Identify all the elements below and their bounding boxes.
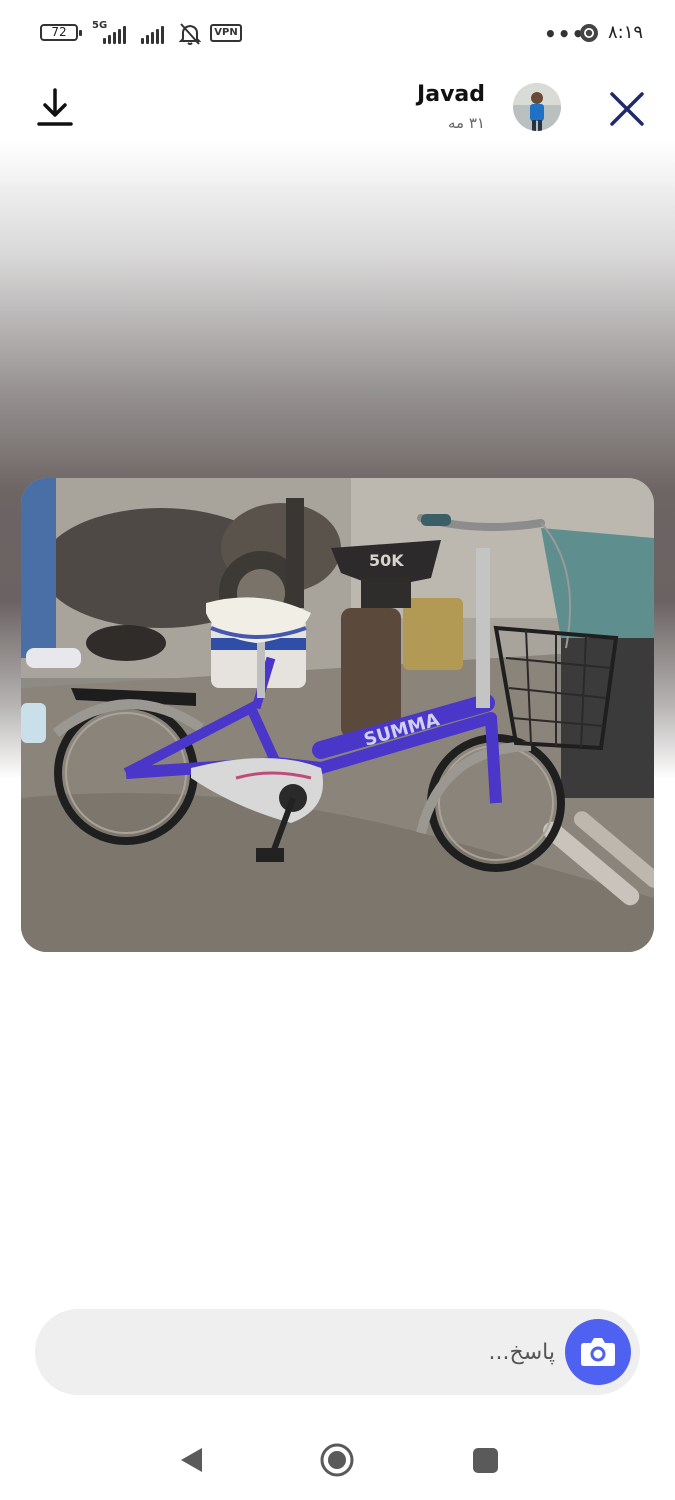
user-name[interactable]: Javad bbox=[417, 82, 485, 107]
camera-button[interactable] bbox=[565, 1319, 631, 1385]
chrome-icon bbox=[580, 24, 598, 42]
close-icon bbox=[610, 92, 644, 126]
bell-muted-icon bbox=[179, 23, 201, 45]
download-button[interactable] bbox=[30, 86, 80, 130]
clock: ۸:۱۹ bbox=[608, 22, 644, 43]
bicycle-photo: 50K SUMMA bbox=[21, 478, 654, 952]
close-button[interactable] bbox=[604, 86, 650, 132]
navigation-bar bbox=[0, 1420, 675, 1500]
anvil-label: 50K bbox=[369, 551, 404, 570]
home-circle-icon[interactable] bbox=[319, 1442, 355, 1478]
status-bar: 72 5G VPN ••• ۸:۱۹ bbox=[0, 0, 675, 68]
recents-square-icon[interactable] bbox=[473, 1448, 498, 1473]
battery-icon: 72 bbox=[40, 24, 82, 41]
story-photo[interactable]: 50K SUMMA bbox=[21, 478, 654, 952]
story-header: Javad ۳۱ مه bbox=[0, 68, 675, 148]
download-icon bbox=[37, 88, 73, 126]
reply-input[interactable] bbox=[65, 1309, 555, 1395]
post-date: ۳۱ مه bbox=[448, 114, 485, 132]
back-triangle-icon[interactable] bbox=[178, 1446, 204, 1474]
vpn-icon: VPN bbox=[210, 24, 242, 42]
signal-icon bbox=[103, 24, 126, 44]
reply-bar bbox=[35, 1309, 640, 1395]
signal-icon bbox=[141, 24, 164, 44]
camera-icon bbox=[581, 1338, 615, 1366]
avatar[interactable] bbox=[513, 83, 561, 131]
battery-level: 72 bbox=[51, 25, 67, 39]
